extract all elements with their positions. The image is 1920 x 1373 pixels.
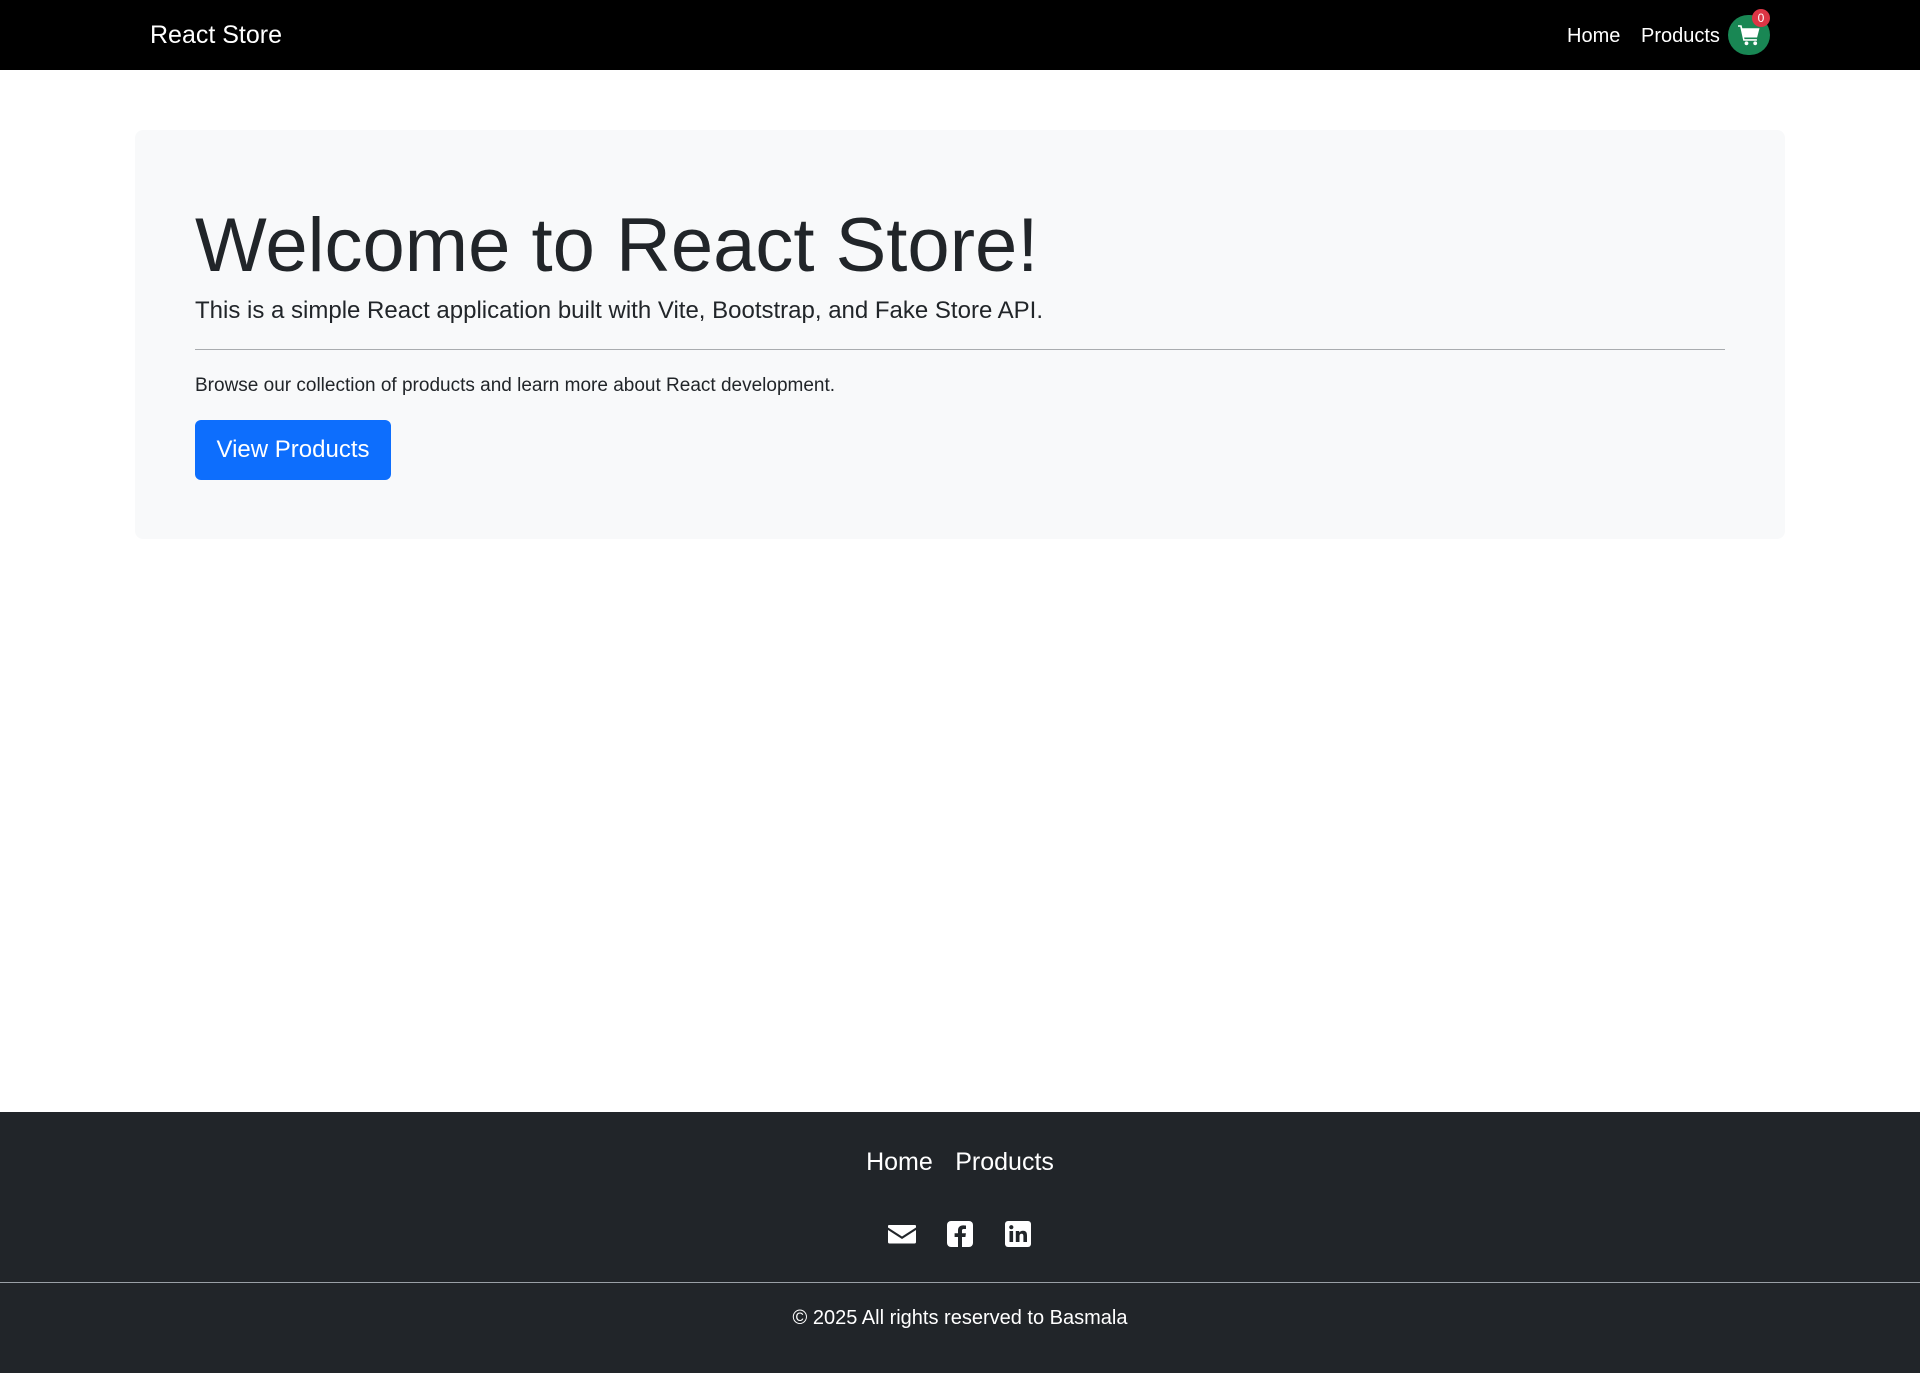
envelope-icon: [888, 1225, 916, 1244]
hero-title: Welcome to React Store!: [195, 203, 1039, 288]
shopping-cart-icon: [1738, 25, 1760, 46]
cart-count-badge: 0: [1752, 9, 1770, 27]
hero-divider: [195, 349, 1725, 350]
nav-link-products[interactable]: Products: [1641, 22, 1720, 50]
footer-nav: Home Products: [0, 1144, 1920, 1180]
nav-link-home[interactable]: Home: [1567, 22, 1620, 50]
top-navbar: React Store Home Products 0: [0, 0, 1920, 70]
footer-link-products[interactable]: Products: [955, 1144, 1054, 1180]
hero-lead: This is a simple React application built…: [195, 297, 1043, 324]
footer-link-home[interactable]: Home: [866, 1144, 933, 1180]
hero-section: Welcome to React Store! This is a simple…: [135, 130, 1785, 539]
navbar-brand[interactable]: React Store: [150, 18, 282, 52]
linkedin-link[interactable]: [1003, 1219, 1033, 1249]
email-link[interactable]: [887, 1219, 917, 1249]
facebook-icon: [947, 1221, 973, 1247]
facebook-link[interactable]: [945, 1219, 975, 1249]
linkedin-icon: [1005, 1221, 1031, 1247]
hero-description: Browse our collection of products and le…: [195, 375, 836, 396]
view-products-button[interactable]: View Products: [195, 420, 391, 480]
footer-divider: [0, 1282, 1920, 1283]
social-links: [0, 1219, 1920, 1249]
footer: Home Products © 2025 All rights reserved…: [0, 1112, 1920, 1373]
copyright-text: © 2025 All rights reserved to Basmala: [792, 1307, 1128, 1329]
